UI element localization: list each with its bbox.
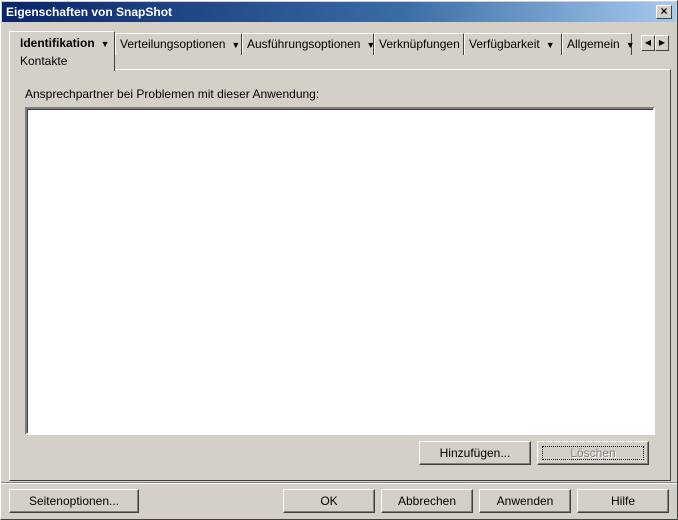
tab-allgemein[interactable]: Allgemein ▼ [562, 33, 635, 55]
footer-divider-highlight [1, 483, 677, 484]
help-button[interactable]: Hilfe [577, 489, 669, 513]
cancel-button[interactable]: Abbrechen [381, 489, 473, 513]
tab-scroll-left-icon[interactable]: ◀ [641, 35, 655, 51]
window-title: Eigenschaften von SnapShot [6, 5, 173, 19]
ok-button[interactable]: OK [283, 489, 375, 513]
tab-label: Allgemein [567, 37, 620, 51]
tab-label: Verteilungsoptionen [120, 37, 226, 51]
apply-label: Anwenden [496, 493, 554, 508]
cancel-label: Abbrechen [397, 493, 457, 508]
properties-dialog: Eigenschaften von SnapShot × Identifikat… [0, 0, 678, 520]
page-options-button[interactable]: Seitenoptionen... [9, 489, 139, 513]
tab-verfuegbarkeit[interactable]: Verfügbarkeit ▼ [464, 33, 562, 55]
tab-verteilungsoptionen[interactable]: Verteilungsoptionen ▼ [115, 33, 242, 55]
tab-identifikation-label: Identifikation ▼ [14, 32, 110, 55]
apply-button[interactable]: Anwenden [479, 489, 571, 513]
tab-strip: Identifikation ▼ Kontakte Verteilungsopti… [9, 31, 669, 71]
tab-scroll-right-icon[interactable]: ▶ [655, 35, 669, 51]
tab-label: Ausführungsoptionen [247, 37, 361, 51]
tab-label: Verknüpfungen [379, 37, 460, 51]
chevron-down-icon[interactable]: ▼ [626, 35, 635, 55]
tab-ausfuehrungsoptionen[interactable]: Ausführungsoptionen ▼ [242, 33, 375, 55]
tab-panel [9, 69, 671, 481]
title-bar[interactable]: Eigenschaften von SnapShot × [2, 2, 676, 22]
chevron-down-icon[interactable]: ▼ [101, 33, 110, 55]
tab-scroll-controls: ◀ ▶ [641, 35, 671, 53]
subtab-kontakte[interactable]: Kontakte [14, 55, 110, 67]
tab-label: Identifikation [20, 36, 95, 50]
ok-label: OK [320, 493, 338, 508]
chevron-down-icon[interactable]: ▼ [231, 35, 240, 55]
help-label: Hilfe [610, 493, 635, 508]
tab-verknuepfungen[interactable]: Verknüpfungen [374, 33, 464, 55]
close-icon[interactable]: × [656, 5, 672, 19]
chevron-down-icon[interactable]: ▼ [546, 35, 555, 55]
tab-label: Verfügbarkeit [469, 37, 540, 51]
page-options-label: Seitenoptionen... [28, 493, 120, 508]
tab-identifikation[interactable]: Identifikation ▼ Kontakte [9, 31, 115, 71]
